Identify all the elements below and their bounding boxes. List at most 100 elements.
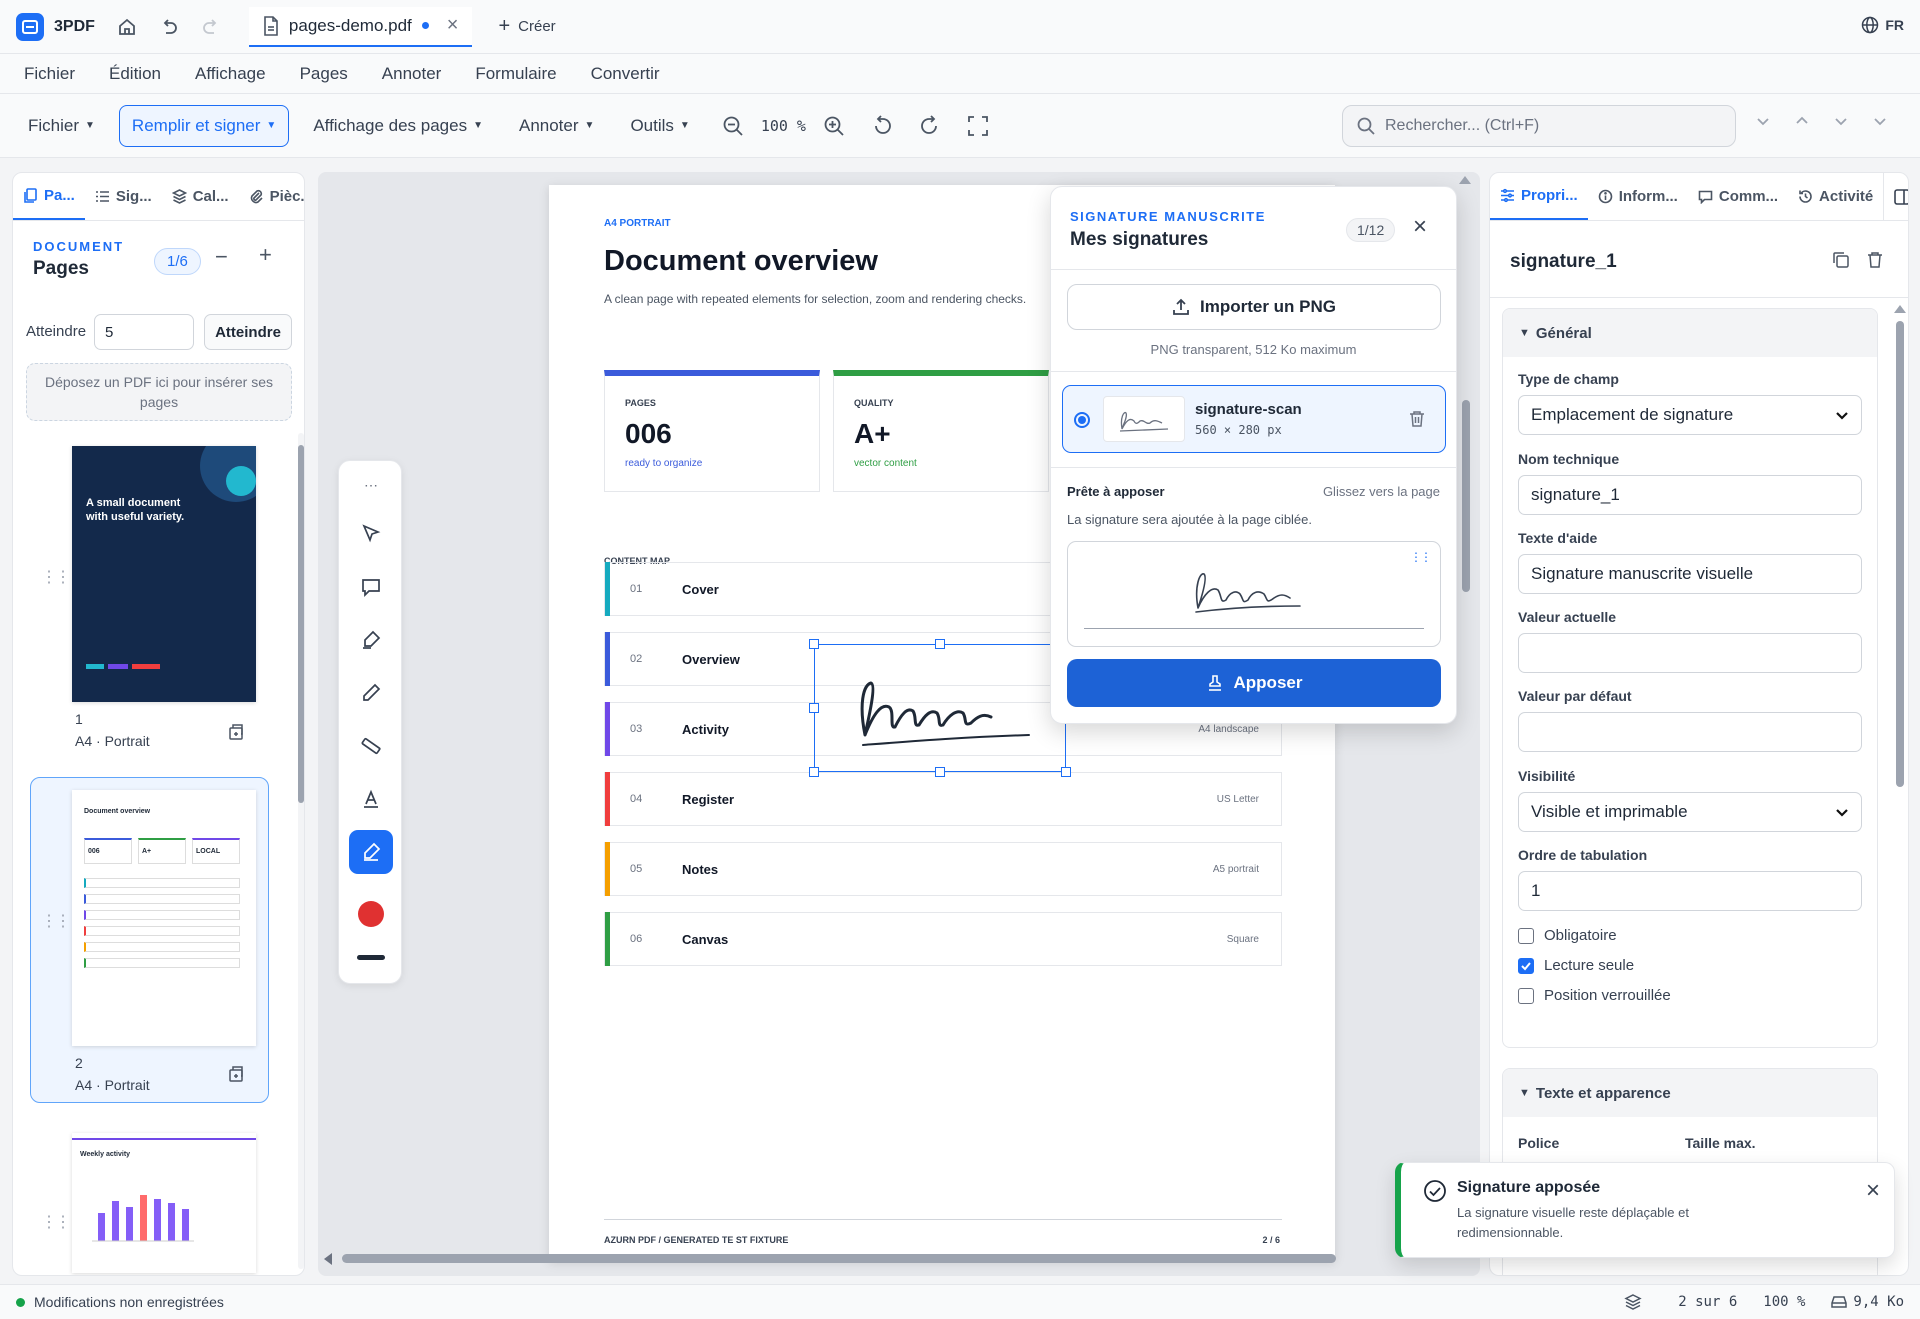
delete-field-icon[interactable] [1867, 251, 1883, 269]
menu-edition[interactable]: Édition [109, 64, 161, 84]
checkbox-box-checked[interactable] [1518, 957, 1534, 974]
tab-signets[interactable]: Sig... [85, 173, 162, 220]
pencil-icon[interactable] [349, 671, 393, 715]
previous-result-icon[interactable] [1795, 114, 1809, 128]
toolbar-grip-icon[interactable]: ⋯ [349, 463, 393, 507]
tab-calques[interactable]: Cal... [162, 173, 239, 220]
tab-activite[interactable]: Activité [1788, 173, 1883, 220]
tab-commentaires[interactable]: Comm... [1688, 173, 1788, 220]
search-input[interactable]: Rechercher... (Ctrl+F) [1342, 105, 1736, 147]
undo-icon[interactable] [159, 17, 179, 37]
resize-handle-sw[interactable] [809, 767, 819, 777]
resize-handle-w[interactable] [809, 703, 819, 713]
fullscreen-icon[interactable] [967, 115, 989, 137]
text-tool-icon[interactable] [349, 777, 393, 821]
canvas-hscroll-left[interactable] [324, 1253, 332, 1265]
remplir-signer-dropdown[interactable]: Remplir et signer ▼ [118, 104, 290, 147]
zoom-out-icon[interactable] [722, 115, 744, 137]
next-result-icon[interactable] [1834, 114, 1848, 128]
text-appearance-header[interactable]: ▼ Texte et apparence [1503, 1069, 1877, 1117]
rotate-right-icon[interactable] [919, 114, 941, 137]
replace-page-icon[interactable] [227, 723, 245, 741]
color-swatch[interactable] [358, 901, 384, 927]
replace-page-icon[interactable] [227, 1065, 245, 1083]
placed-signature[interactable] [809, 639, 1071, 777]
checkbox-position-verrouillee[interactable]: Position verrouillée [1518, 987, 1862, 1004]
page-thumbnail-2[interactable]: Document overview 006 A+ LOCAL [72, 790, 256, 1046]
close-search-icon[interactable] [1873, 114, 1887, 128]
select-arrow-icon[interactable] [349, 512, 393, 556]
remove-page-button[interactable]: − [215, 244, 228, 270]
checkbox-obligatoire[interactable]: Obligatoire [1518, 927, 1862, 944]
affichage-pages-dropdown[interactable]: Affichage des pages ▼ [301, 105, 495, 147]
canvas-hscroll-thumb[interactable] [342, 1254, 1336, 1263]
highlighter-icon[interactable] [349, 618, 393, 662]
zoom-value[interactable]: 100 % [761, 117, 806, 135]
close-tab-icon[interactable]: × [447, 14, 459, 37]
default-value-input[interactable] [1518, 712, 1862, 752]
menu-pages[interactable]: Pages [300, 64, 348, 84]
annoter-dropdown[interactable]: Annoter ▼ [507, 105, 606, 147]
search-options-chevron-icon[interactable] [1756, 114, 1770, 128]
duplicate-icon[interactable] [1832, 251, 1850, 269]
menu-fichier[interactable]: Fichier [24, 64, 75, 84]
resize-handle-n[interactable] [935, 639, 945, 649]
canvas-scrollbar-up[interactable] [1459, 176, 1471, 184]
menu-affichage[interactable]: Affichage [195, 64, 266, 84]
general-section-header[interactable]: ▼ Général [1503, 309, 1877, 357]
tab-proprietes[interactable]: Propri... [1490, 173, 1588, 220]
resize-handle-nw[interactable] [809, 639, 819, 649]
checkbox-box[interactable] [1518, 987, 1534, 1004]
tech-name-input[interactable]: signature_1 [1518, 475, 1862, 515]
visibility-select[interactable]: Visible et imprimable [1518, 792, 1862, 832]
goto-button[interactable]: Atteindre [204, 314, 292, 350]
radio-selected-icon[interactable] [1074, 412, 1090, 428]
comment-icon[interactable] [349, 565, 393, 609]
menu-formulaire[interactable]: Formulaire [475, 64, 556, 84]
close-toast-icon[interactable]: × [1866, 1177, 1880, 1205]
language-button[interactable]: FR [1861, 16, 1904, 34]
ruler-icon[interactable] [349, 724, 393, 768]
document-tab[interactable]: pages-demo.pdf × [248, 6, 473, 47]
stroke-width-swatch[interactable] [357, 955, 385, 960]
new-tab-button[interactable]: + Créer [498, 15, 555, 38]
drag-handle-icon[interactable]: ⋮⋮ [41, 1212, 71, 1232]
field-type-select[interactable]: Emplacement de signature [1518, 395, 1862, 435]
menu-convertir[interactable]: Convertir [591, 64, 660, 84]
tab-order-input[interactable]: 1 [1518, 871, 1862, 911]
tab-pages[interactable]: Pa... [13, 173, 85, 220]
collapse-panel-icon[interactable] [1883, 173, 1908, 220]
help-text-input[interactable]: Signature manuscrite visuelle [1518, 554, 1862, 594]
add-page-button[interactable]: + [259, 242, 272, 268]
close-popover-icon[interactable]: × [1413, 213, 1427, 241]
fichier-dropdown[interactable]: Fichier ▼ [16, 105, 107, 147]
page-thumbnail-3[interactable]: Weekly activity [72, 1133, 256, 1273]
goto-page-input[interactable]: 5 [94, 314, 194, 350]
layers-icon[interactable] [1624, 1293, 1642, 1311]
home-icon[interactable] [117, 17, 137, 37]
signature-preview-large[interactable]: ⋮⋮ [1067, 541, 1441, 647]
signature-tool-icon[interactable] [349, 830, 393, 874]
page-thumbnail-1[interactable]: A small document with useful variety. [72, 446, 256, 702]
tab-informations[interactable]: Inform... [1588, 173, 1688, 220]
saved-signature-item[interactable]: signature-scan 560 × 280 px [1062, 385, 1446, 453]
current-value-input[interactable] [1518, 633, 1862, 673]
thumbnail-scrollbar-thumb[interactable] [298, 445, 304, 803]
drag-handle-icon[interactable]: ⋮⋮ [1410, 550, 1432, 564]
right-scrollbar-up[interactable] [1894, 305, 1906, 313]
pdf-dropzone[interactable]: Déposez un PDF ici pour insérer ses page… [26, 363, 292, 421]
drag-handle-icon[interactable]: ⋮⋮ [41, 911, 71, 931]
resize-handle-se[interactable] [1061, 767, 1071, 777]
outils-dropdown[interactable]: Outils ▼ [618, 105, 701, 147]
apply-button[interactable]: Apposer [1067, 659, 1441, 707]
resize-handle-s[interactable] [935, 767, 945, 777]
trash-icon[interactable] [1409, 410, 1425, 428]
checkbox-box[interactable] [1518, 927, 1534, 944]
checkbox-lecture-seule[interactable]: Lecture seule [1518, 957, 1862, 974]
canvas-scrollbar-thumb[interactable] [1462, 400, 1470, 592]
redo-icon[interactable] [201, 17, 221, 37]
right-scrollbar-thumb[interactable] [1896, 321, 1904, 787]
menu-annoter[interactable]: Annoter [382, 64, 442, 84]
import-png-button[interactable]: Importer un PNG [1067, 284, 1441, 330]
tab-pieces-jointes[interactable]: Pièc... [239, 173, 304, 220]
